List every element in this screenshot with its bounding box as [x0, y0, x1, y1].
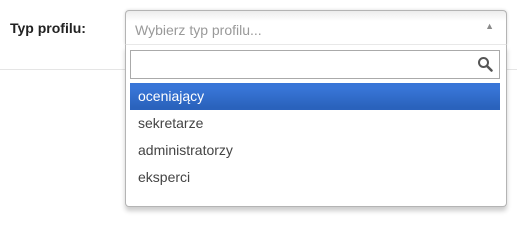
option-administratorzy[interactable]: administratorzy	[130, 137, 500, 164]
select-dropdown: oceniający sekretarze administratorzy ek…	[125, 45, 507, 207]
profile-type-label: Typ profilu:	[10, 20, 86, 36]
search-input[interactable]	[135, 52, 459, 79]
option-sekretarze[interactable]: sekretarze	[130, 110, 500, 137]
profile-type-select[interactable]: Wybierz typ profilu... ▲ oceniający sekr…	[125, 10, 507, 207]
select-toggle[interactable]: Wybierz typ profilu... ▲	[125, 10, 507, 45]
options-list: oceniający sekretarze administratorzy ek…	[130, 83, 500, 191]
option-oceniajacy[interactable]: oceniający	[130, 83, 500, 110]
option-eksperci[interactable]: eksperci	[130, 164, 500, 191]
triangle-up-icon: ▲	[485, 21, 494, 31]
search-box	[130, 50, 500, 79]
select-placeholder: Wybierz typ profilu...	[135, 22, 262, 38]
search-icon	[478, 57, 493, 72]
